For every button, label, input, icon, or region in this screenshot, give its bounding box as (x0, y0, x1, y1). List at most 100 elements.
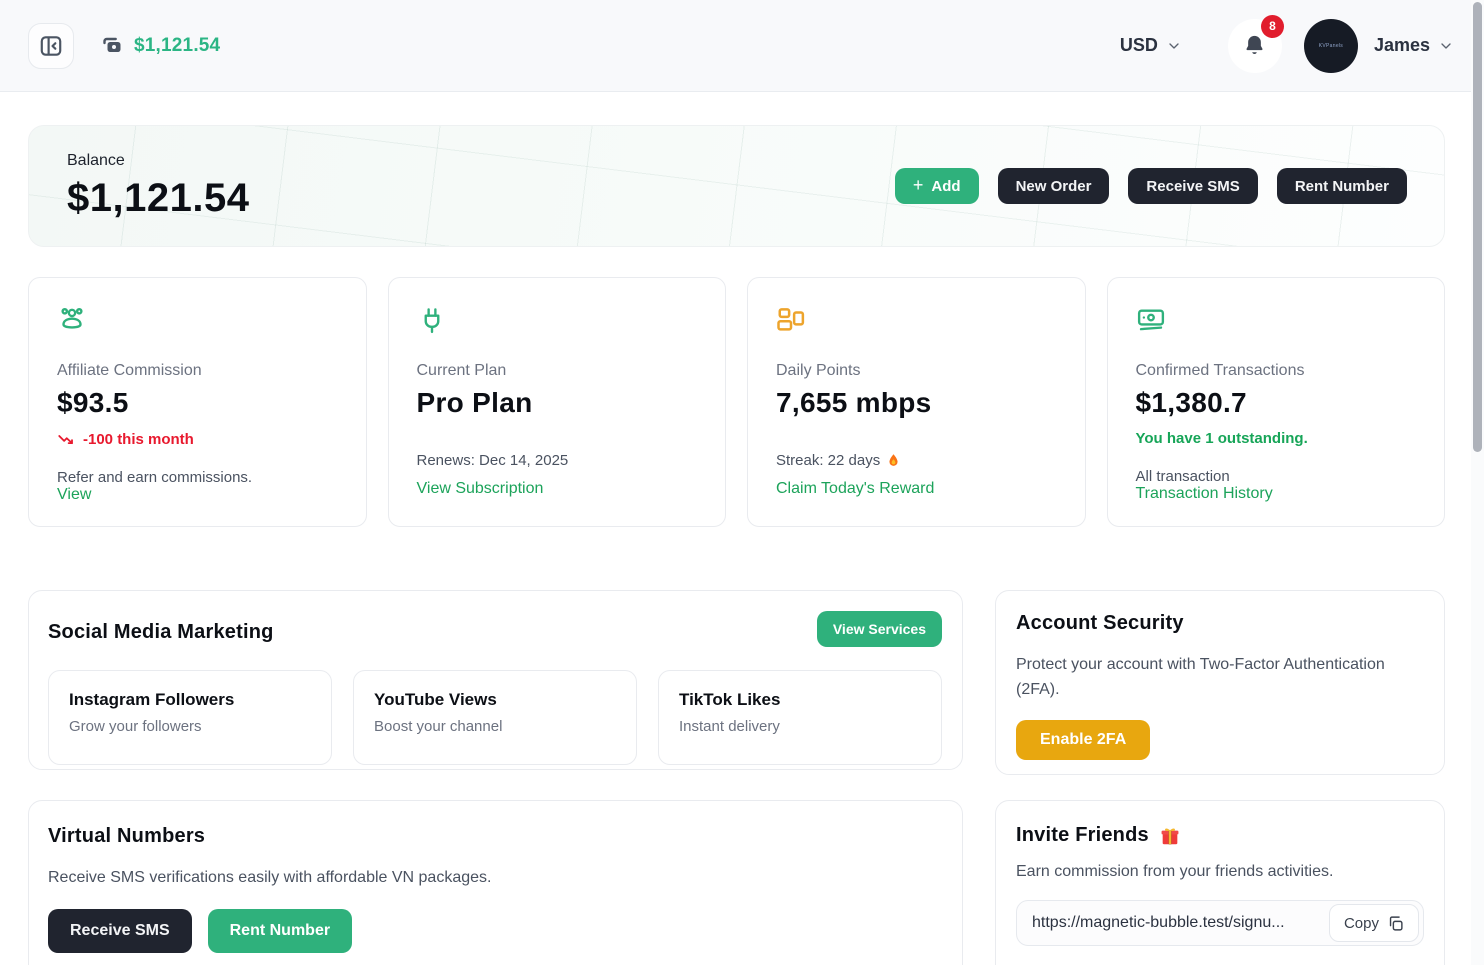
currency-label: USD (1120, 35, 1158, 56)
stat-card-current-plan: Current Plan Pro Plan Renews: Dec 14, 20… (388, 277, 727, 527)
service-card-tiktok[interactable]: TikTok Likes Instant delivery (658, 670, 942, 765)
social-panel-title: Social Media Marketing (48, 621, 274, 644)
stat-note: All transaction (1136, 468, 1417, 485)
social-panel-header: Social Media Marketing View Services (48, 611, 942, 647)
top-bar-left: $1,121.54 (28, 23, 220, 69)
stat-title: Affiliate Commission (57, 362, 338, 380)
wallet-balance-group[interactable]: $1,121.54 (100, 34, 220, 58)
service-grid: Instagram Followers Grow your followers … (48, 670, 942, 765)
service-title: YouTube Views (374, 690, 616, 710)
user-menu[interactable]: James (1374, 35, 1454, 56)
service-card-instagram[interactable]: Instagram Followers Grow your followers (48, 670, 332, 765)
balance-label: Balance (67, 152, 249, 170)
claim-reward-link[interactable]: Claim Today's Reward (776, 480, 1057, 498)
top-bar-right: USD 8 KVPanels James (1120, 19, 1454, 73)
new-order-button[interactable]: New Order (998, 168, 1110, 204)
invite-title: Invite Friends (1016, 824, 1149, 847)
stat-description: Refer and earn commissions. (57, 469, 338, 486)
stat-trend-text: -100 this month (83, 431, 194, 448)
stat-value: Pro Plan (417, 387, 698, 419)
service-title: Instagram Followers (69, 690, 311, 710)
users-icon (57, 305, 87, 335)
receive-sms-label: Receive SMS (1146, 178, 1239, 195)
add-funds-label: Add (931, 178, 960, 195)
avatar-logo-text: KVPanels (1319, 43, 1343, 49)
referral-link-text[interactable]: https://magnetic-bubble.test/signu... (1032, 914, 1285, 932)
top-bar: $1,121.54 USD 8 KVPanels (0, 0, 1484, 92)
security-actions: Enable 2FA (1016, 720, 1424, 760)
header-balance: $1,121.54 (134, 35, 220, 57)
scrollbar-thumb[interactable] (1473, 2, 1482, 452)
copy-label: Copy (1344, 915, 1379, 932)
service-card-youtube[interactable]: YouTube Views Boost your channel (353, 670, 637, 765)
plus-icon: + (913, 176, 924, 194)
service-description: Boost your channel (374, 718, 616, 735)
invite-title-row: Invite Friends (1016, 824, 1424, 847)
stat-value: 7,655 mbps (776, 387, 1057, 419)
row-social-security: Social Media Marketing View Services Ins… (28, 590, 1445, 775)
security-description: Protect your account with Two-Factor Aut… (1016, 653, 1424, 703)
scrollbar-track[interactable] (1471, 0, 1484, 965)
stat-note: Renews: Dec 14, 2025 (417, 452, 698, 469)
main-content: Balance $1,121.54 + Add New Order Receiv… (0, 125, 1484, 965)
banknote-icon (1136, 305, 1166, 335)
virtual-numbers-title: Virtual Numbers (48, 825, 942, 848)
enable-2fa-button[interactable]: Enable 2FA (1016, 720, 1150, 760)
gift-icon (1159, 825, 1181, 847)
panel-left-icon (38, 33, 64, 59)
stat-card-confirmed-transactions: Confirmed Transactions $1,380.7 You have… (1107, 277, 1446, 527)
balance-actions: + Add New Order Receive SMS Rent Number (895, 168, 1407, 204)
affiliate-view-link[interactable]: View (57, 486, 338, 504)
receive-sms-button[interactable]: Receive SMS (1128, 168, 1257, 204)
balance-amount: $1,121.54 (67, 176, 249, 221)
virtual-numbers-description: Receive SMS verifications easily with af… (48, 869, 942, 887)
stat-card-daily-points: Daily Points 7,655 mbps Streak: 22 days … (747, 277, 1086, 527)
avatar[interactable]: KVPanels (1304, 19, 1358, 73)
security-panel-title: Account Security (1016, 612, 1424, 635)
invite-description: Earn commission from your friends activi… (1016, 863, 1424, 881)
vn-receive-sms-label: Receive SMS (70, 922, 170, 940)
vn-rent-number-button[interactable]: Rent Number (208, 909, 352, 953)
vn-rent-number-label: Rent Number (230, 922, 330, 940)
chevron-down-icon (1166, 38, 1182, 54)
stats-grid: Affiliate Commission $93.5 -100 this mon… (28, 277, 1445, 527)
service-title: TikTok Likes (679, 690, 921, 710)
stat-note: Streak: 22 days (776, 452, 1057, 469)
stat-title: Current Plan (417, 362, 698, 380)
add-funds-button[interactable]: + Add (895, 168, 979, 204)
user-name: James (1374, 35, 1430, 56)
row-vn-invite: Virtual Numbers Receive SMS verification… (28, 800, 1445, 965)
enable-2fa-label: Enable 2FA (1040, 731, 1126, 749)
view-services-button[interactable]: View Services (817, 611, 942, 647)
virtual-numbers-actions: Receive SMS Rent Number (48, 909, 942, 953)
stat-highlight: You have 1 outstanding. (1136, 430, 1417, 447)
transaction-history-link[interactable]: Transaction History (1136, 485, 1417, 503)
plug-icon (417, 305, 447, 335)
invite-friends-panel: Invite Friends Earn commission from your… (995, 800, 1445, 965)
notifications-button[interactable]: 8 (1228, 19, 1282, 73)
rent-number-label: Rent Number (1295, 178, 1389, 195)
dashboard-page: $1,121.54 USD 8 KVPanels (0, 0, 1484, 965)
copy-icon (1387, 915, 1404, 932)
stat-value: $1,380.7 (1136, 387, 1417, 419)
rent-number-button[interactable]: Rent Number (1277, 168, 1407, 204)
stat-value: $93.5 (57, 387, 338, 419)
flame-icon (886, 453, 901, 468)
view-subscription-link[interactable]: View Subscription (417, 480, 698, 498)
new-order-label: New Order (1016, 178, 1092, 195)
view-services-label: View Services (833, 621, 926, 637)
copy-link-button[interactable]: Copy (1329, 904, 1419, 942)
stat-note-text: Streak: 22 days (776, 452, 880, 469)
virtual-numbers-panel: Virtual Numbers Receive SMS verification… (28, 800, 963, 965)
sidebar-toggle-button[interactable] (28, 23, 74, 69)
balance-info: Balance $1,121.54 (67, 152, 249, 221)
trending-down-icon (57, 430, 75, 448)
referral-link-box: https://magnetic-bubble.test/signu... Co… (1016, 900, 1424, 946)
wallet-icon (100, 34, 124, 58)
vn-receive-sms-button[interactable]: Receive SMS (48, 909, 192, 953)
currency-selector[interactable]: USD (1120, 35, 1182, 56)
chevron-down-icon (1438, 38, 1454, 54)
bell-icon (1242, 33, 1267, 58)
balance-card: Balance $1,121.54 + Add New Order Receiv… (28, 125, 1445, 247)
stat-title: Daily Points (776, 362, 1057, 380)
